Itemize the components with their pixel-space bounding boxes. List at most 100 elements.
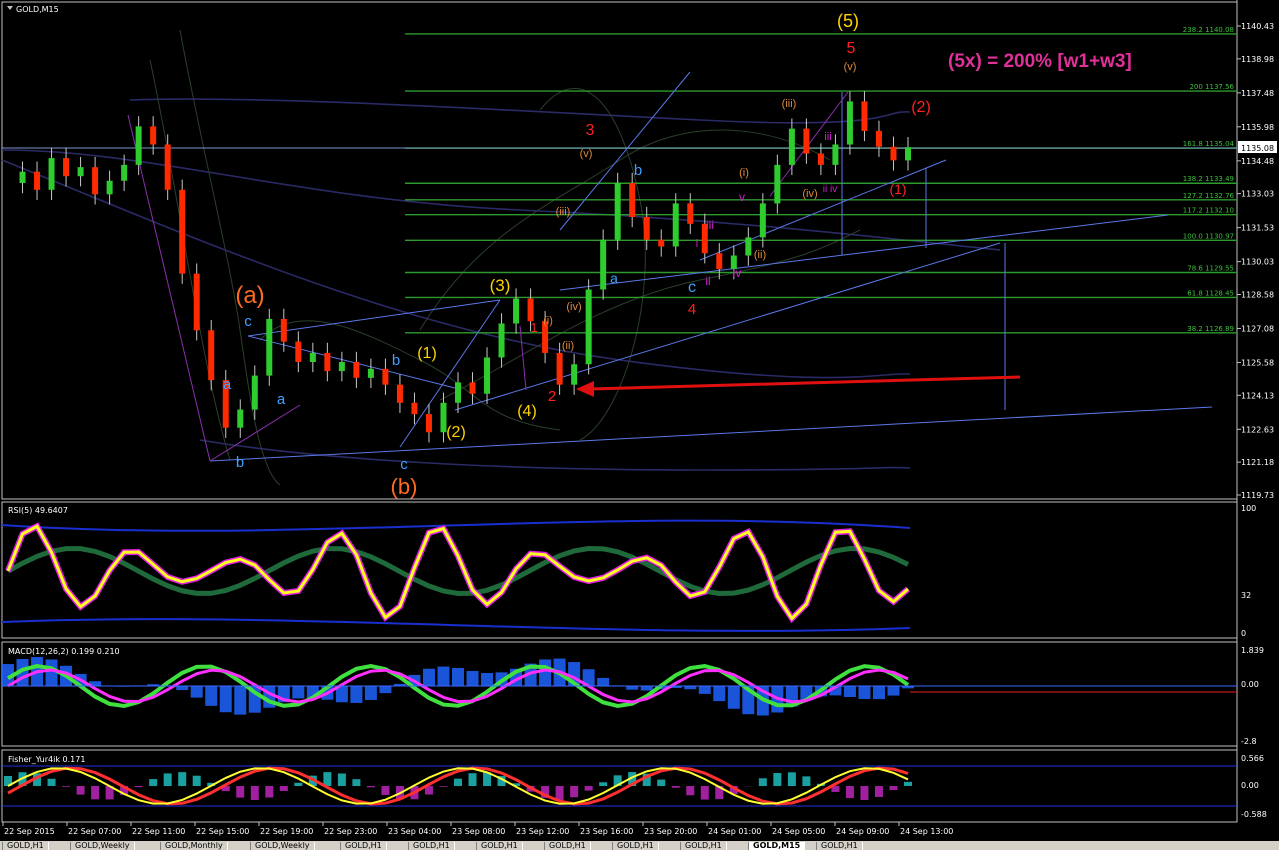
chart-tab[interactable]: GOLD,H1 — [476, 842, 523, 850]
time-tick: 22 Sep 07:00 — [68, 827, 121, 836]
chart-tab[interactable]: GOLD,H1 — [340, 842, 387, 850]
candle — [571, 364, 578, 385]
symbol-label: GOLD,M15 — [16, 5, 59, 14]
candle — [803, 128, 810, 154]
chart-tab[interactable]: GOLD,H1 — [816, 842, 863, 850]
fib-label: 238.2 1140.08 — [1183, 26, 1234, 34]
candle — [890, 146, 897, 161]
time-tick: 22 Sep 11:00 — [132, 827, 185, 836]
indicator-level: 100 — [1241, 504, 1256, 513]
candle — [295, 341, 302, 363]
time-tick: 23 Sep 04:00 — [388, 827, 441, 836]
wave-label: (iii) — [782, 98, 797, 110]
wave-label: 3 — [586, 122, 595, 139]
wave-label: c — [400, 456, 408, 473]
price-tick: 1127.08 — [1241, 324, 1274, 333]
candle — [788, 128, 795, 165]
candle — [745, 237, 752, 256]
wave-label: 4 — [688, 301, 696, 318]
indicator-level: 0.566 — [1241, 754, 1264, 763]
candle — [179, 189, 186, 274]
wave-label: ii — [705, 274, 710, 288]
indicator-level: 1.839 — [1241, 646, 1264, 655]
candle — [48, 158, 55, 190]
candle — [19, 171, 26, 184]
candle — [774, 164, 781, 204]
wave-label: (i) — [543, 315, 553, 327]
wave-label: (iv) — [802, 188, 817, 200]
candle — [63, 158, 70, 177]
candle — [251, 375, 258, 410]
chart-tab[interactable]: GOLD,H1 — [544, 842, 591, 850]
price-tick: 1135.98 — [1241, 123, 1274, 132]
fisher-label: Fisher_Yur4ik 0.171 — [8, 755, 85, 764]
indicator-level: 0.00 — [1241, 781, 1259, 790]
candle — [905, 147, 911, 161]
price-tick: 1138.98 — [1241, 55, 1274, 64]
chart-tab[interactable]: GOLD,H1 — [408, 842, 455, 850]
wave-label: (2) — [446, 424, 466, 441]
wave-label: (1) — [417, 345, 437, 362]
wave-label: iii — [706, 218, 714, 232]
chart-tab[interactable]: GOLD,Weekly — [70, 842, 135, 850]
fib-label: 38.2 1126.89 — [1187, 325, 1234, 333]
time-tick: 24 Sep 13:00 — [900, 827, 953, 836]
svg-text:1135.08: 1135.08 — [1241, 144, 1274, 153]
candle — [280, 318, 287, 342]
candle — [817, 153, 824, 165]
price-axis: 1140.43 1138.98 1137.48 1135.98 1134.48 1133.… — [1237, 22, 1274, 500]
price-tick: 1137.48 — [1241, 89, 1274, 98]
time-tick: 24 Sep 09:00 — [836, 827, 889, 836]
chart-tab[interactable]: GOLD,H1 — [2, 842, 49, 850]
fib-projection-note: (5x) = 200% [w1+w3] — [948, 51, 1132, 72]
indicator-level: 0.00 — [1241, 680, 1259, 689]
indicator-level: -0.588 — [1241, 810, 1267, 819]
wave-label: b — [392, 352, 400, 369]
current-price-tag: 1135.08 — [1238, 141, 1277, 153]
time-tick: 22 Sep 19:00 — [260, 827, 313, 836]
candle — [672, 203, 679, 247]
chart-window: 238.2 1140.08 200 1137.56 161.8 1135.04 1 38… — [0, 0, 1279, 841]
price-tick: 1119.73 — [1241, 491, 1274, 500]
price-tick: 1122.63 — [1241, 425, 1274, 434]
candle — [425, 414, 432, 433]
wave-label: 1 — [530, 320, 537, 335]
wave-label: 2 — [548, 388, 556, 405]
wave-label: (i) — [739, 167, 749, 179]
fib-label: 78.6 1129.55 — [1187, 265, 1234, 273]
wave-label: 5 — [847, 40, 856, 57]
candle — [338, 362, 345, 372]
chart-tab[interactable]: GOLD,Monthly — [160, 842, 228, 850]
candle — [846, 101, 853, 145]
wave-label: (ii) — [562, 340, 574, 352]
wave-label: b — [236, 454, 244, 471]
candle — [382, 368, 389, 385]
wave-label: (iv) — [566, 301, 581, 313]
chart-tab[interactable]: GOLD,H1 — [612, 842, 659, 850]
candle — [309, 352, 316, 363]
wave-label: (3) — [490, 276, 511, 295]
fib-label: 161.8 1135.04 — [1183, 140, 1235, 148]
time-tick: 22 Sep 15:00 — [196, 827, 249, 836]
price-tick: 1131.53 — [1241, 224, 1274, 233]
price-tick: 1124.13 — [1241, 391, 1274, 400]
chart-tab[interactable]: GOLD,Weekly — [250, 842, 315, 850]
wave-label: (ii) — [754, 249, 766, 261]
chart-tab[interactable]: GOLD,M15 — [748, 842, 806, 850]
candle — [643, 216, 650, 240]
candle — [629, 183, 636, 217]
wave-label: i — [696, 238, 698, 250]
candle — [469, 382, 476, 394]
wave-label: a — [610, 270, 618, 286]
price-tick: 1128.58 — [1241, 290, 1274, 299]
candle — [121, 164, 128, 181]
price-tick: 1134.48 — [1241, 157, 1274, 166]
candle — [498, 323, 505, 358]
time-tick: 22 Sep 23:00 — [324, 827, 377, 836]
fib-label: 61.8 1128.45 — [1187, 289, 1234, 297]
fib-label: 200 1137.56 — [1189, 83, 1234, 91]
time-tick: 24 Sep 01:00 — [708, 827, 761, 836]
chart-tab[interactable]: GOLD,H1 — [680, 842, 727, 850]
candle — [266, 318, 273, 376]
candle — [164, 144, 171, 190]
